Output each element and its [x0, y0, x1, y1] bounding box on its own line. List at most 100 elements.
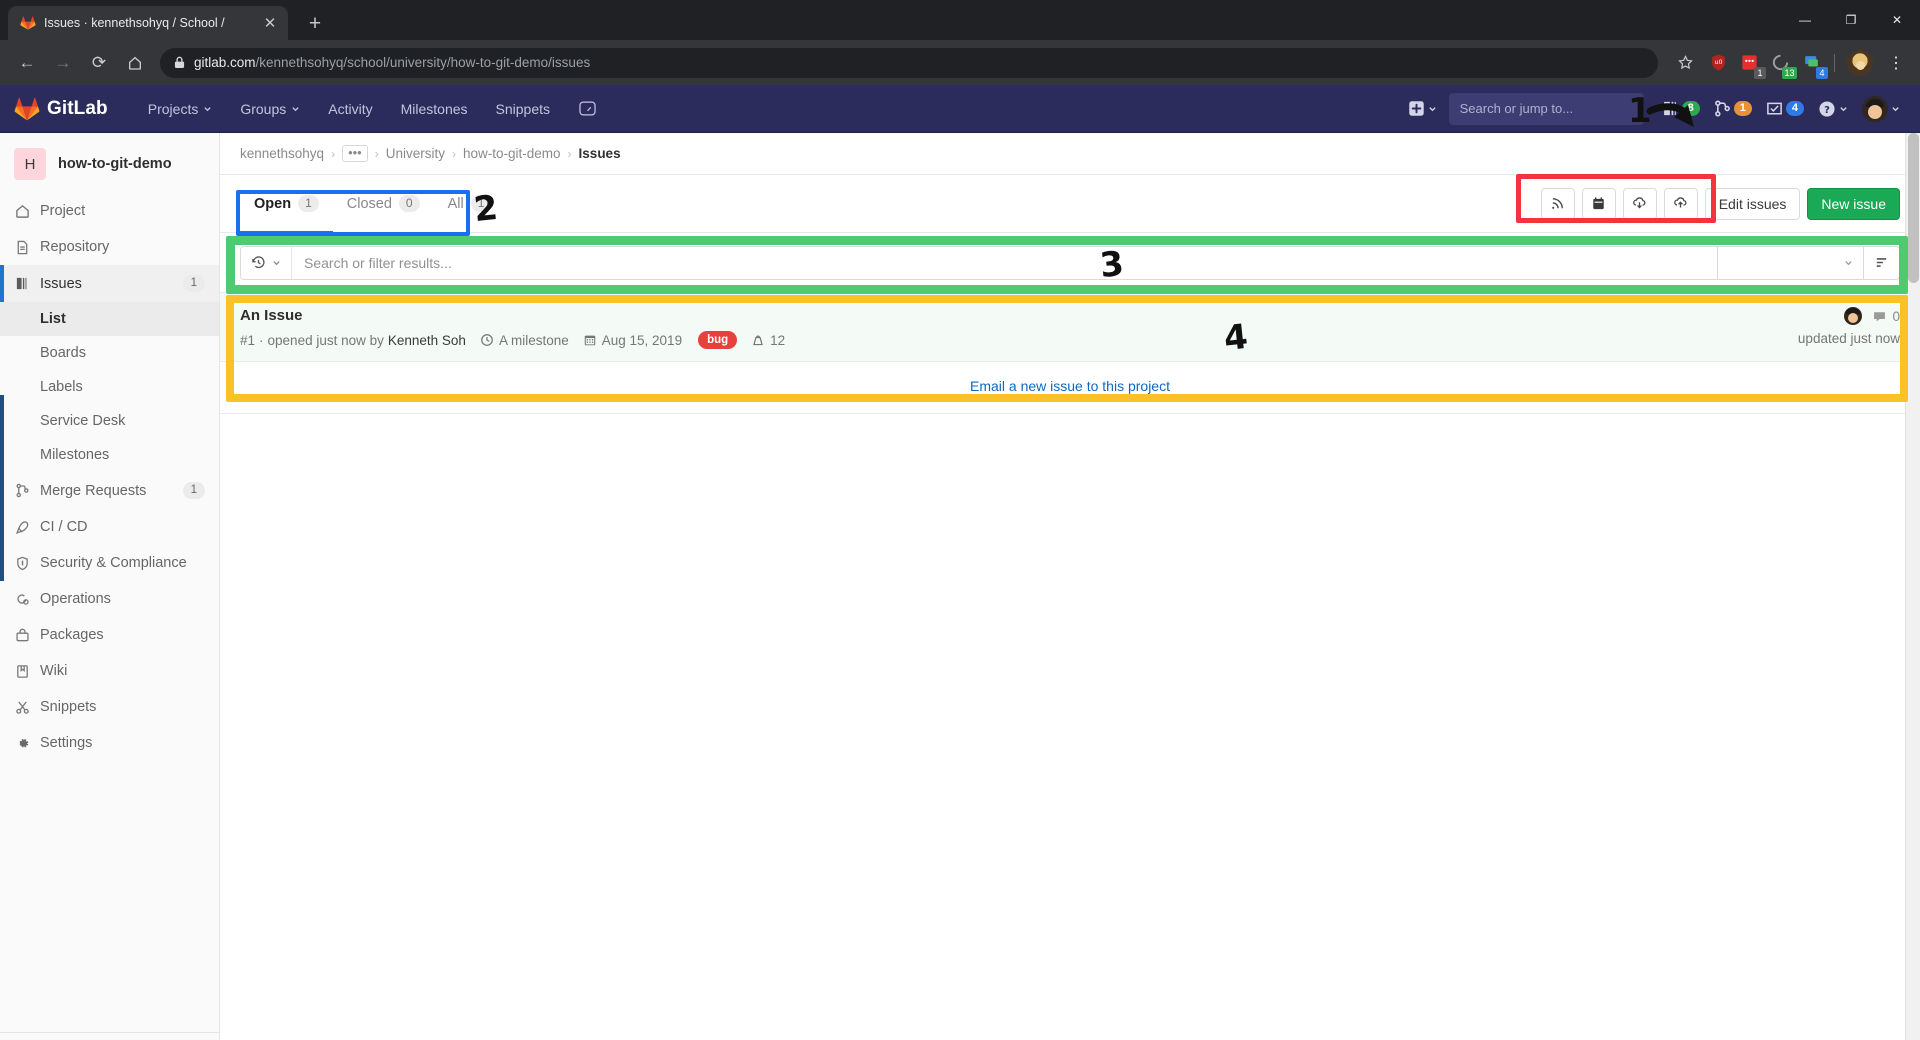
- user-menu[interactable]: [1856, 92, 1906, 126]
- browser-profile-avatar[interactable]: [1847, 49, 1873, 76]
- issue-comments[interactable]: 0: [1872, 309, 1900, 324]
- sidebar-subitem-boards[interactable]: Boards: [0, 336, 219, 370]
- new-issue-button[interactable]: New issue: [1807, 187, 1900, 220]
- export-csv-icon[interactable]: [1622, 187, 1657, 220]
- nav-item-activity[interactable]: Activity: [314, 85, 386, 133]
- recent-searches-button[interactable]: [241, 246, 292, 279]
- sidebar-item-packages[interactable]: Packages: [0, 617, 219, 653]
- url-domain: gitlab.com: [194, 55, 256, 70]
- sidebar-item-wiki[interactable]: Wiki: [0, 653, 219, 689]
- breadcrumb-item-project[interactable]: how-to-git-demo: [463, 146, 561, 161]
- page-scrollbar[interactable]: ▲ ▼: [1905, 133, 1920, 1040]
- star-icon[interactable]: [1668, 46, 1702, 80]
- calendar-icon[interactable]: [1581, 187, 1616, 220]
- issue-author[interactable]: Kenneth Soh: [388, 333, 466, 348]
- breadcrumb-expand-button[interactable]: •••: [342, 145, 368, 162]
- nav-item-label: Groups: [240, 100, 287, 117]
- window-close-button[interactable]: ✕: [1874, 0, 1920, 40]
- sidebar-item-settings[interactable]: Settings: [0, 725, 219, 761]
- address-bar[interactable]: gitlab.com/kennethsohyq/school/universit…: [160, 47, 1658, 78]
- project-header[interactable]: H how-to-git-demo: [0, 133, 219, 193]
- issue-row[interactable]: An Issue #1 · opened just now by Kenneth…: [220, 293, 1920, 362]
- tab-closed[interactable]: Closed 0: [333, 177, 434, 233]
- issue-weight[interactable]: 12: [751, 333, 785, 348]
- rss-feed-icon[interactable]: [1540, 187, 1575, 220]
- calendar-icon: [584, 335, 595, 346]
- breadcrumb-item-namespace[interactable]: kennethsohyq: [240, 146, 324, 161]
- forward-arrow-icon[interactable]: →: [46, 46, 80, 80]
- speedometer-icon[interactable]: [564, 85, 611, 133]
- ublock-origin-icon[interactable]: u0: [1704, 49, 1732, 77]
- sidebar-item-snippets[interactable]: Snippets: [0, 689, 219, 725]
- sidebar-item-project[interactable]: Project: [0, 193, 219, 229]
- kebab-menu-icon[interactable]: ⋮: [1882, 49, 1910, 77]
- address-bar-url: gitlab.com/kennethsohyq/school/universit…: [194, 55, 590, 70]
- help-circle-icon[interactable]: ?: [1812, 92, 1854, 126]
- email-new-issue-link[interactable]: Email a new issue to this project: [970, 378, 1170, 394]
- extension-red-icon[interactable]: 1: [1735, 49, 1766, 79]
- minimize-button[interactable]: —: [1782, 0, 1828, 40]
- sidebar-item-label: Project: [40, 203, 86, 219]
- issue-title[interactable]: An Issue: [240, 307, 1782, 324]
- gitlab-tanuki-logo[interactable]: [14, 96, 40, 122]
- breadcrumb-item-group[interactable]: University: [386, 146, 445, 161]
- new-tab-button[interactable]: +: [302, 13, 328, 34]
- extension-ring-icon[interactable]: 13: [1766, 49, 1797, 79]
- issue-label-badge[interactable]: bug: [698, 331, 738, 349]
- sidebar-item-ci-cd[interactable]: CI / CD: [0, 509, 219, 545]
- home-icon[interactable]: [118, 46, 152, 80]
- sidebar-item-label: Security & Compliance: [40, 555, 187, 571]
- tab-count: 1: [470, 195, 492, 212]
- assignee-avatar[interactable]: [1844, 307, 1863, 325]
- sidebar-subitem-labels[interactable]: Labels: [0, 370, 219, 404]
- tab-all[interactable]: All 1: [434, 177, 506, 233]
- sidebar-item-label: Settings: [40, 735, 93, 751]
- sidebar-item-security[interactable]: Security & Compliance: [0, 545, 219, 581]
- maximize-button[interactable]: ❐: [1828, 0, 1874, 40]
- sidebar-item-issues[interactable]: Issues 1: [0, 265, 219, 302]
- sidebar-subitem-milestones[interactable]: Milestones: [0, 438, 219, 472]
- issues-counter[interactable]: 8: [1656, 92, 1706, 126]
- todos-counter[interactable]: 4: [1760, 92, 1810, 126]
- tab-label: All: [447, 195, 464, 212]
- search-input-field[interactable]: [1457, 100, 1638, 117]
- edit-issues-button[interactable]: Edit issues: [1704, 187, 1801, 220]
- search-filter-box[interactable]: [240, 245, 1718, 280]
- email-issue-row: Email a new issue to this project: [220, 362, 1920, 413]
- sidebar-item-operations[interactable]: Operations: [0, 581, 219, 617]
- extension-blue-icon[interactable]: 4: [1797, 49, 1828, 79]
- close-icon[interactable]: ✕: [260, 16, 280, 31]
- sort-descending-icon: [1876, 258, 1887, 267]
- reload-icon[interactable]: ⟳: [82, 46, 116, 80]
- merge-requests-counter[interactable]: 1: [1708, 92, 1758, 126]
- sidebar-item-repository[interactable]: Repository: [0, 229, 219, 265]
- sidebar-item-merge-requests[interactable]: Merge Requests 1: [0, 472, 219, 509]
- sort-direction-button[interactable]: [1864, 245, 1900, 280]
- breadcrumb-separator: ›: [567, 146, 572, 161]
- tab-open[interactable]: Open 1: [240, 177, 333, 233]
- collapse-sidebar-button[interactable]: Collapse sidebar: [0, 1032, 219, 1040]
- chevron-down-icon: [1892, 107, 1899, 112]
- issue-updated: updated just now: [1797, 331, 1900, 346]
- issue-weight-value: 12: [770, 332, 786, 348]
- nav-item-milestones[interactable]: Milestones: [387, 85, 482, 133]
- nav-item-snippets[interactable]: Snippets: [482, 85, 564, 133]
- gitlab-brand[interactable]: GitLab: [47, 98, 108, 120]
- browser-tab[interactable]: Issues · kennethsohyq / School / ✕: [8, 6, 288, 40]
- merge-request-icon: [1714, 100, 1730, 117]
- sort-dropdown[interactable]: [1718, 245, 1864, 280]
- issues-actions: Edit issues New issue: [1540, 187, 1900, 220]
- scrollbar-thumb[interactable]: [1908, 133, 1919, 283]
- search-filter-input[interactable]: [292, 247, 1717, 278]
- extension-badge: 1: [1754, 66, 1766, 79]
- nav-item-groups[interactable]: Groups: [226, 85, 314, 133]
- sidebar-subitem-service-desk[interactable]: Service Desk: [0, 404, 219, 438]
- issue-due-date[interactable]: Aug 15, 2019: [583, 333, 682, 348]
- nav-item-projects[interactable]: Projects: [134, 85, 227, 133]
- plus-square-icon[interactable]: [1402, 92, 1443, 126]
- sidebar-subitem-list[interactable]: List: [0, 302, 219, 336]
- search-input[interactable]: [1448, 92, 1644, 125]
- issue-milestone[interactable]: A milestone: [480, 333, 569, 348]
- back-arrow-icon[interactable]: ←: [10, 46, 44, 80]
- import-csv-icon[interactable]: [1663, 187, 1698, 220]
